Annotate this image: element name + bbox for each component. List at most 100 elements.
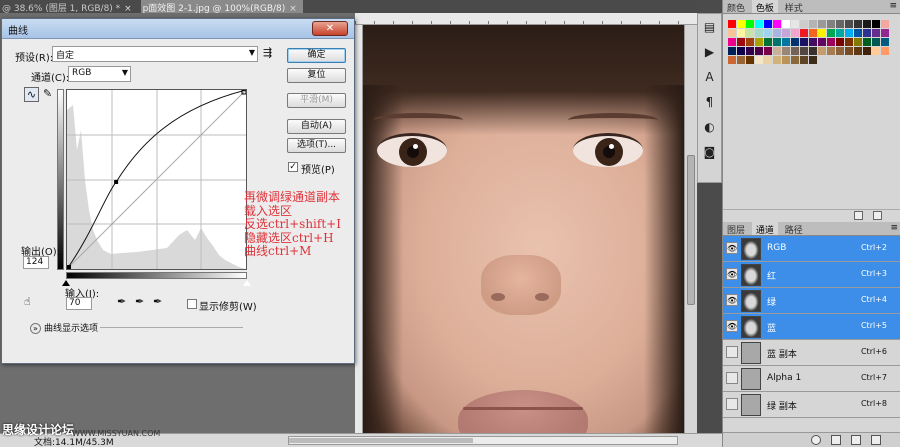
color-swatch[interactable] (746, 38, 754, 46)
visibility-eye-icon[interactable] (726, 372, 738, 384)
color-swatch[interactable] (881, 29, 889, 37)
channel-row[interactable]: 👁 蓝 Ctrl+5 (723, 314, 900, 340)
black-eyedropper-icon[interactable]: ✒ (117, 295, 126, 308)
actions-panel-icon[interactable]: ▶ (700, 43, 719, 62)
color-swatch[interactable] (755, 47, 763, 55)
tab-paths[interactable]: 路径 (781, 222, 807, 236)
color-swatch[interactable] (800, 38, 808, 46)
color-swatch[interactable] (773, 47, 781, 55)
curve-graph[interactable] (66, 89, 247, 270)
white-point-slider[interactable] (243, 280, 251, 286)
color-swatch[interactable] (737, 20, 745, 28)
scroll-thumb[interactable] (289, 438, 473, 443)
color-swatch[interactable] (782, 29, 790, 37)
curve-point-start[interactable] (67, 265, 71, 269)
visibility-eye-icon[interactable]: 👁 (726, 320, 738, 332)
color-swatch[interactable] (809, 38, 817, 46)
auto-button[interactable]: 自动(A) (287, 119, 346, 134)
panel-menu-icon[interactable]: ≡ (889, 1, 897, 11)
color-swatch[interactable] (755, 29, 763, 37)
color-swatch[interactable] (728, 56, 736, 64)
color-swatch[interactable] (818, 20, 826, 28)
color-swatch[interactable] (791, 56, 799, 64)
color-swatch[interactable] (845, 20, 853, 28)
color-swatch[interactable] (809, 20, 817, 28)
color-swatch[interactable] (872, 20, 880, 28)
pencil-icon[interactable]: ✎ (43, 87, 52, 100)
color-swatch[interactable] (863, 20, 871, 28)
color-swatch[interactable] (881, 38, 889, 46)
color-swatch[interactable] (755, 56, 763, 64)
color-swatch[interactable] (773, 56, 781, 64)
color-swatch[interactable] (728, 47, 736, 55)
chevron-down-icon[interactable]: » (30, 323, 41, 334)
color-swatch[interactable] (737, 56, 745, 64)
save-selection-icon[interactable] (831, 435, 841, 445)
color-swatch[interactable] (836, 47, 844, 55)
doc-tab-1[interactable]: @ 38.6% (图层 1, RGB/8) * × (0, 0, 138, 13)
tab-styles[interactable]: 样式 (781, 0, 807, 14)
close-icon[interactable]: × (289, 4, 297, 13)
new-swatch-icon[interactable] (854, 211, 863, 220)
color-swatch[interactable] (764, 38, 772, 46)
color-swatch[interactable] (737, 38, 745, 46)
color-swatch[interactable] (836, 38, 844, 46)
color-swatch[interactable] (791, 29, 799, 37)
color-swatch[interactable] (863, 47, 871, 55)
color-swatch[interactable] (800, 29, 808, 37)
visibility-eye-icon[interactable] (726, 346, 738, 358)
color-swatch[interactable] (809, 29, 817, 37)
color-swatch[interactable] (800, 20, 808, 28)
color-swatch[interactable] (845, 38, 853, 46)
tab-layers[interactable]: 图层 (723, 222, 749, 236)
adjustments-panel-icon[interactable]: ◐ (700, 118, 719, 137)
visibility-eye-icon[interactable]: 👁 (726, 294, 738, 306)
color-swatch[interactable] (872, 29, 880, 37)
color-swatch[interactable] (791, 47, 799, 55)
horizontal-scrollbar[interactable] (288, 436, 678, 445)
character-panel-icon[interactable]: A (700, 68, 719, 87)
color-swatch[interactable] (827, 38, 835, 46)
reset-button[interactable]: 复位 (287, 68, 346, 83)
color-swatch[interactable] (872, 47, 880, 55)
color-swatch[interactable] (827, 47, 835, 55)
tab-channels[interactable]: 通道 (751, 222, 778, 236)
ok-button[interactable]: 确定 (287, 48, 346, 63)
color-swatch[interactable] (818, 29, 826, 37)
panel-menu-icon[interactable]: ≡ (890, 223, 898, 233)
color-swatch[interactable] (746, 20, 754, 28)
color-swatch[interactable] (755, 38, 763, 46)
channel-row[interactable]: 绿 副本 Ctrl+8 (723, 392, 900, 418)
color-swatch[interactable] (728, 29, 736, 37)
color-swatch[interactable] (737, 47, 745, 55)
output-field[interactable]: 124 (23, 256, 49, 269)
color-swatch[interactable] (764, 56, 772, 64)
color-swatch[interactable] (782, 20, 790, 28)
channel-row[interactable]: 👁 RGB Ctrl+2 (723, 236, 900, 262)
channel-select[interactable]: RGB ▼ (68, 66, 131, 82)
load-selection-icon[interactable] (811, 435, 821, 445)
channel-row[interactable]: 👁 红 Ctrl+3 (723, 262, 900, 288)
visibility-eye-icon[interactable] (726, 398, 738, 410)
delete-channel-icon[interactable] (871, 435, 881, 445)
paragraph-panel-icon[interactable]: ¶ (700, 93, 719, 112)
color-swatch[interactable] (854, 38, 862, 46)
color-swatch[interactable] (773, 29, 781, 37)
close-icon[interactable]: × (124, 4, 132, 13)
color-swatch[interactable] (863, 38, 871, 46)
color-swatch[interactable] (827, 29, 835, 37)
preset-options-icon[interactable]: ⇶ (263, 46, 272, 59)
gray-eyedropper-icon[interactable]: ✒ (135, 295, 144, 308)
color-swatch[interactable] (854, 20, 862, 28)
color-swatch[interactable] (746, 47, 754, 55)
color-swatch[interactable] (791, 38, 799, 46)
preset-select[interactable]: 自定 ▼ (52, 46, 258, 62)
dialog-titlebar[interactable]: 曲线 ✕ (2, 19, 354, 39)
color-swatch[interactable] (809, 47, 817, 55)
swatch-grid[interactable] (728, 20, 890, 80)
masks-panel-icon[interactable]: ◙ (700, 143, 719, 162)
history-panel-icon[interactable]: ▤ (700, 18, 719, 37)
color-swatch[interactable] (881, 20, 889, 28)
color-swatch[interactable] (818, 47, 826, 55)
vertical-scrollbar[interactable] (684, 25, 697, 433)
